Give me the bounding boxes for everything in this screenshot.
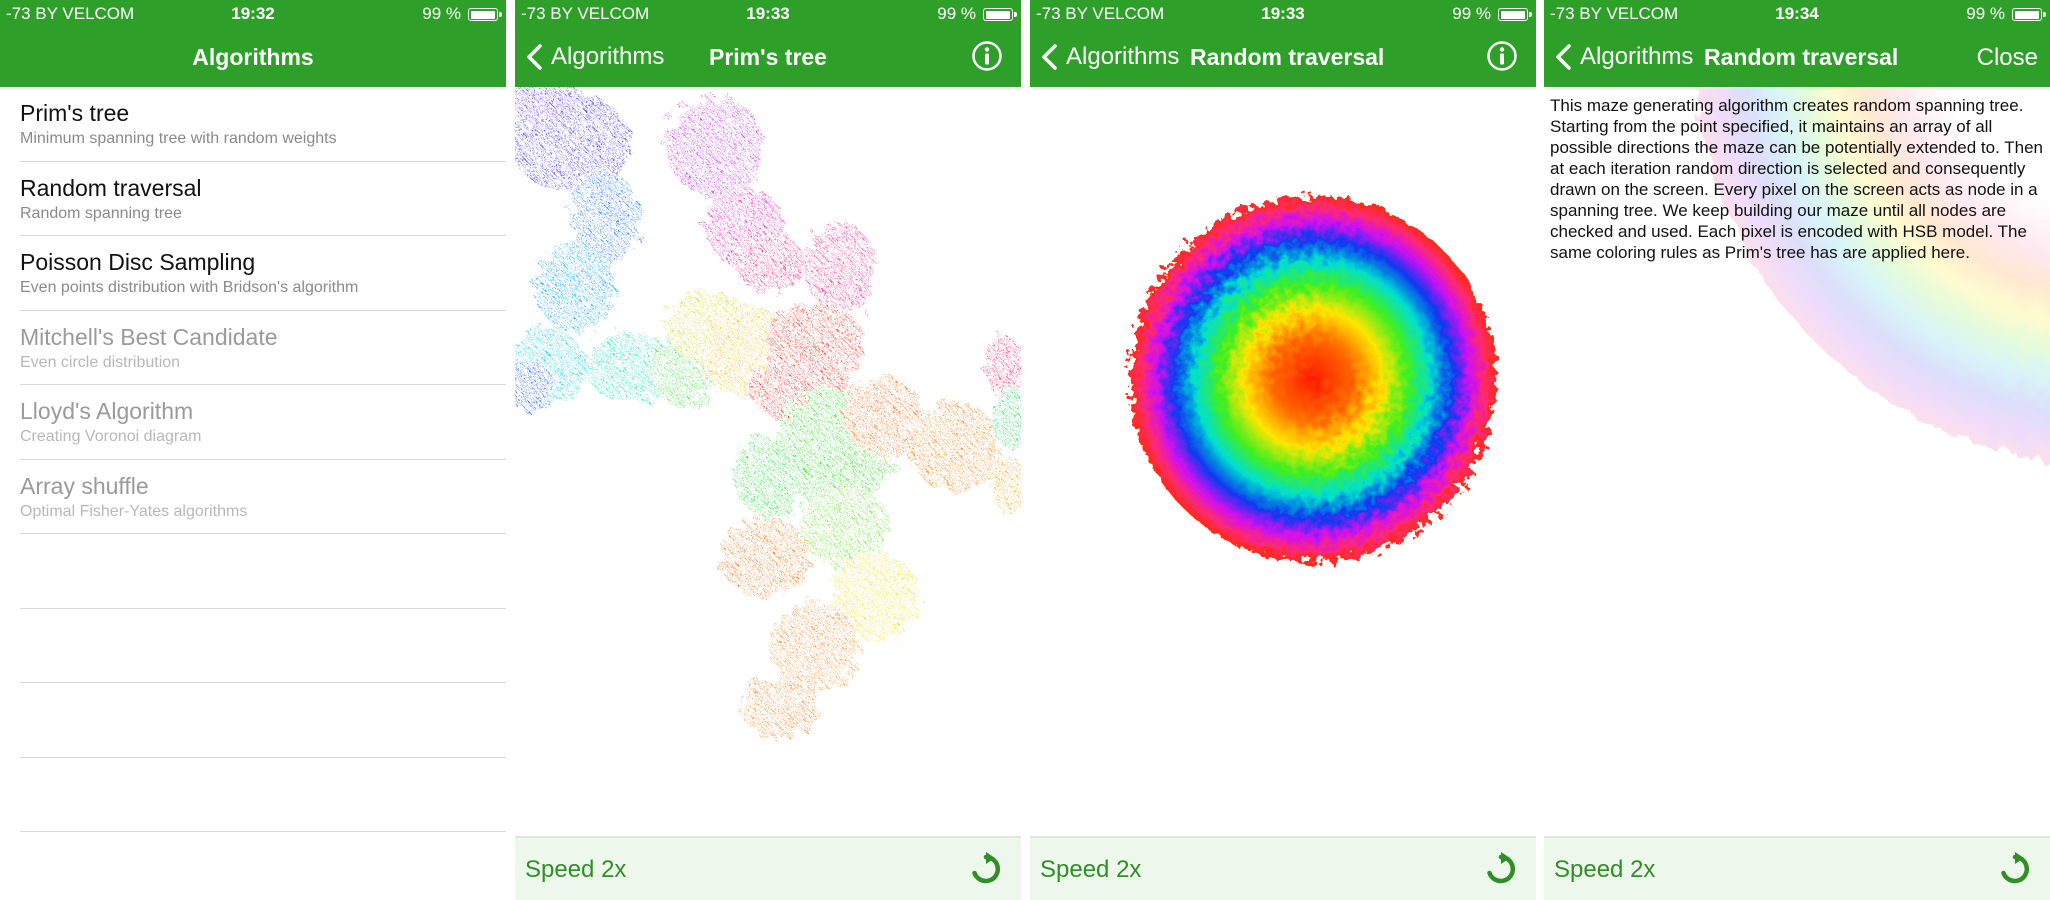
list-item-title: Poisson Disc Sampling	[20, 249, 256, 275]
list-item-subtitle: Random spanning tree	[20, 204, 182, 222]
bottom-toolbar: Speed 2x	[515, 836, 1021, 900]
random-traversal-info-screen: -73 BY VELCOM 19:34 99 % Algorithms Rand…	[1544, 0, 2050, 900]
battery-percent: 99 %	[937, 4, 976, 23]
info-icon[interactable]	[1486, 40, 1518, 72]
list-item-subtitle: Even points distribution with Bridson's …	[20, 279, 359, 296]
list-item-title: Mitchell's Best Candidate	[20, 323, 278, 350]
list-item-prims-tree[interactable]: Prim's tree Minimum spanning tree with r…	[20, 87, 506, 162]
empty-row	[20, 758, 506, 832]
battery-percent: 99 %	[1966, 4, 2005, 23]
prims-tree-screen: -73 BY VELCOM 19:33 99 % Algorithms Prim…	[515, 0, 1021, 900]
empty-row	[20, 534, 506, 609]
navigation-bar: -73 BY VELCOM 19:32 99 % Algorithms	[0, 0, 506, 87]
list-item-array-shuffle: Array shuffle Optimal Fisher-Yates algor…	[20, 460, 506, 534]
reset-icon[interactable]	[969, 852, 1003, 886]
chevron-left-icon	[1042, 44, 1057, 70]
status-bar: -73 BY VELCOM 19:33 99 %	[515, 0, 1021, 28]
back-button[interactable]: Algorithms	[1554, 42, 1693, 72]
battery-icon	[983, 8, 1017, 21]
speed-button[interactable]: Speed 2x	[1040, 856, 1141, 884]
chevron-left-icon	[1556, 44, 1571, 70]
battery-icon	[468, 8, 502, 21]
speed-button[interactable]: Speed 2x	[1554, 856, 1655, 884]
reset-icon[interactable]	[1998, 852, 2032, 886]
list-item-poisson-disc-sampling[interactable]: Poisson Disc Sampling Even points distri…	[20, 236, 506, 311]
back-button-label: Algorithms	[1580, 43, 1694, 70]
page-title: Algorithms	[192, 44, 314, 70]
description-panel: This maze generating algorithm creates r…	[1544, 87, 2050, 837]
list-item-title: Lloyd's Algorithm	[20, 398, 194, 424]
close-button[interactable]: Close	[1977, 44, 2038, 72]
algorithm-list: Prim's tree Minimum spanning tree with r…	[0, 87, 506, 832]
prims-tree-visualization	[515, 87, 1021, 737]
battery-percent: 99 %	[1452, 4, 1491, 23]
speed-button[interactable]: Speed 2x	[525, 856, 626, 884]
maze-canvas[interactable]	[1030, 87, 1536, 837]
info-icon[interactable]	[971, 40, 1003, 72]
empty-row	[20, 609, 506, 683]
status-bar: -73 BY VELCOM 19:34 99 %	[1544, 0, 2050, 28]
page-title: Prim's tree	[709, 44, 827, 70]
back-button-label: Algorithms	[1066, 43, 1180, 70]
random-traversal-screen: -73 BY VELCOM 19:33 99 % Algorithms Rand…	[1030, 0, 1536, 900]
algorithms-list-screen: -73 BY VELCOM 19:32 99 % Algorithms Prim…	[0, 0, 506, 900]
list-item-mitchells-best-candidate: Mitchell's Best Candidate Even circle di…	[20, 311, 506, 385]
list-item-subtitle: Minimum spanning tree with random weight…	[20, 130, 337, 147]
status-bar: -73 BY VELCOM 19:33 99 %	[1030, 0, 1536, 28]
list-item-subtitle: Even circle distribution	[20, 353, 181, 371]
reset-icon[interactable]	[1484, 852, 1518, 886]
navigation-bar: -73 BY VELCOM 19:33 99 % Algorithms Rand…	[1030, 0, 1536, 87]
navigation-bar: -73 BY VELCOM 19:33 99 % Algorithms Prim…	[515, 0, 1021, 87]
back-button[interactable]: Algorithms	[1040, 42, 1179, 72]
bottom-toolbar: Speed 2x	[1544, 836, 2050, 900]
random-traversal-visualization	[1130, 196, 1496, 562]
algorithm-description: This maze generating algorithm creates r…	[1550, 96, 2043, 262]
list-item-title: Random traversal	[20, 174, 202, 201]
list-item-random-traversal[interactable]: Random traversal Random spanning tree	[20, 162, 506, 236]
page-title: Random traversal	[1190, 44, 1385, 70]
empty-row	[20, 683, 506, 758]
status-bar: -73 BY VELCOM 19:32 99 %	[0, 0, 506, 28]
page-title: Random traversal	[1704, 44, 1899, 70]
bottom-toolbar: Speed 2x	[1030, 836, 1536, 900]
battery-percent: 99 %	[422, 4, 461, 23]
list-item-subtitle: Creating Voronoi diagram	[20, 428, 202, 445]
battery-icon	[2012, 8, 2046, 21]
battery-icon	[1498, 8, 1532, 21]
list-item-subtitle: Optimal Fisher-Yates algorithms	[20, 502, 248, 520]
list-item-title: Prim's tree	[20, 100, 130, 126]
navigation-bar: -73 BY VELCOM 19:34 99 % Algorithms Rand…	[1544, 0, 2050, 87]
maze-canvas[interactable]	[515, 87, 1021, 837]
list-item-lloyds-algorithm: Lloyd's Algorithm Creating Voronoi diagr…	[20, 385, 506, 460]
list-item-title: Array shuffle	[20, 472, 149, 499]
